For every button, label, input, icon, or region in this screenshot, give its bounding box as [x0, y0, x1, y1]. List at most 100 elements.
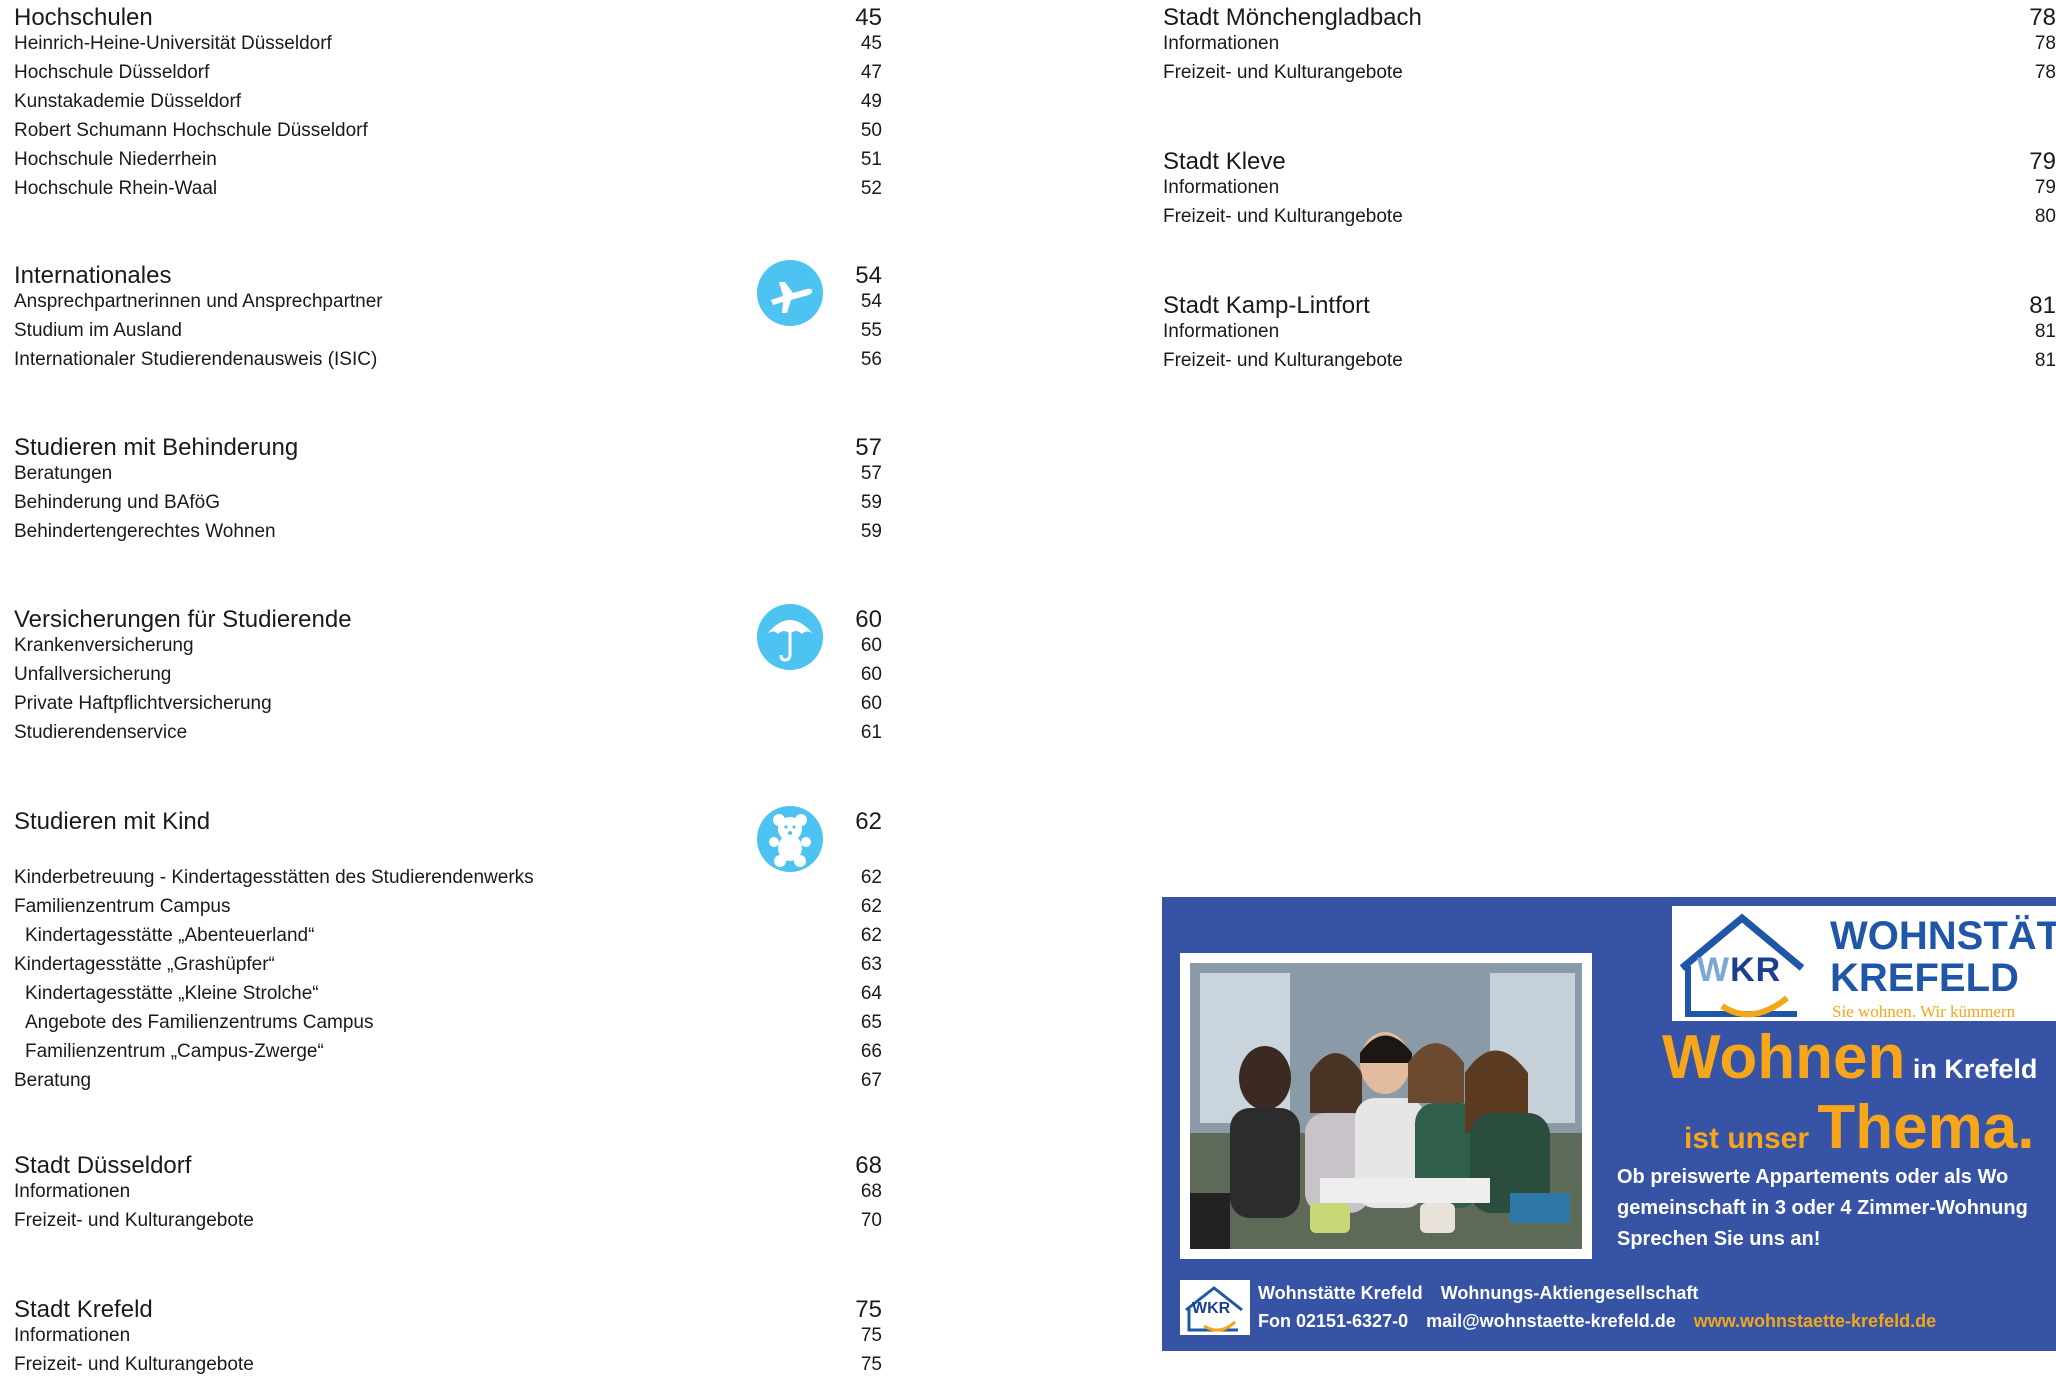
toc-entry[interactable]: Hochschule Düsseldorf 47 [14, 62, 882, 91]
toc-entry[interactable]: Freizeit- und Kulturangebote 78 [1163, 62, 2056, 91]
teddy-bear-icon [757, 806, 823, 872]
logo-slogan: Sie wohnen. Wir kümmern [1832, 1002, 2016, 1021]
toc-heading-page: 79 [2029, 148, 2056, 175]
headline-ist-unser: ist unser [1684, 1122, 1818, 1155]
toc-entry-label: Heinrich-Heine-Universität Düsseldorf [14, 33, 332, 54]
toc-heading-title: Studieren mit Behinderung [14, 434, 299, 461]
toc-entry-label: Behinderung und BAföG [14, 492, 220, 513]
ad-footer-line1: Wohnstätte Krefeld Wohnungs-Aktiengesells… [1258, 1283, 1698, 1304]
advertisement[interactable]: WKR WOHNSTÄT KREFELD Sie wohnen. Wir küm… [1162, 897, 2056, 1351]
toc-entry[interactable]: Informationen 75 [14, 1325, 882, 1354]
toc-heading[interactable]: Studieren mit Kind 62 [14, 808, 882, 837]
toc-heading-title: Hochschulen [14, 4, 153, 31]
toc-entry-page: 47 [860, 62, 882, 83]
toc-entry[interactable]: Informationen 81 [1163, 321, 2056, 350]
toc-entry[interactable]: Kunstakademie Düsseldorf 49 [14, 91, 882, 120]
toc-entry[interactable]: Hochschule Rhein-Waal 52 [14, 178, 882, 207]
toc-entry[interactable]: Kindertagesstätte „Grashüpfer“ 63 [14, 954, 882, 983]
toc-entry[interactable]: Studierendenservice 61 [14, 722, 882, 751]
toc-entry-label: Informationen [1163, 33, 1280, 54]
toc-entry-label: Freizeit- und Kulturangebote [1163, 62, 1403, 83]
toc-entry[interactable]: Freizeit- und Kulturangebote 70 [14, 1210, 882, 1239]
toc-heading[interactable]: Stadt Düsseldorf 68 [14, 1152, 882, 1181]
toc-entry-page: 59 [860, 492, 882, 513]
toc-heading-title: Stadt Düsseldorf [14, 1152, 192, 1179]
toc-entry[interactable]: Behinderung und BAföG 59 [14, 492, 882, 521]
toc-entry-page: 75 [860, 1354, 882, 1375]
toc-entry-page: 52 [860, 178, 882, 199]
toc-entry[interactable]: Studium im Ausland 55 [14, 320, 882, 349]
toc-entry[interactable]: Heinrich-Heine-Universität Düsseldorf 45 [14, 33, 882, 62]
toc-entry[interactable]: Informationen 78 [1163, 33, 2056, 62]
toc-entry-label: Freizeit- und Kulturangebote [1163, 350, 1403, 371]
logo-name-line2: KREFELD [1830, 956, 2019, 1000]
ad-headline-line1: Wohnen in Krefeld [1662, 1022, 2037, 1093]
toc-heading-title: Internationales [14, 262, 172, 289]
toc-entry[interactable]: Kinderbetreuung - Kindertagesstätten des… [14, 867, 882, 896]
students-photo [1190, 963, 1582, 1249]
toc-entry[interactable]: Informationen 68 [14, 1181, 882, 1210]
toc-entry[interactable]: Kindertagesstätte „Kleine Strolche“ 64 [14, 983, 882, 1012]
toc-heading[interactable]: Stadt Kamp-Lintfort 81 [1163, 292, 2056, 321]
toc-entry-label: Hochschule Düsseldorf [14, 62, 210, 83]
footer-company: Wohnstätte Krefeld [1258, 1283, 1423, 1303]
toc-entry[interactable]: Familienzentrum „Campus-Zwerge“ 66 [14, 1041, 882, 1070]
toc-heading[interactable]: Internationales 54 [14, 262, 882, 291]
toc-heading[interactable]: Versicherungen für Studierende 60 [14, 606, 882, 635]
toc-entry[interactable]: Ansprechpartnerinnen und Ansprechpartner… [14, 291, 882, 320]
toc-entry[interactable]: Informationen 79 [1163, 177, 2056, 206]
toc-entry-label: Informationen [1163, 177, 1280, 198]
toc-heading[interactable]: Stadt Krefeld 75 [14, 1296, 882, 1325]
toc-entry[interactable]: Hochschule Niederrhein 51 [14, 149, 882, 178]
ad-footer-line2: Fon 02151-6327-0 mail@wohnstaette-krefeld… [1258, 1311, 1936, 1332]
toc-entry-page: 70 [860, 1210, 882, 1231]
toc-entry-label: Behindertengerechtes Wohnen [14, 521, 276, 542]
toc-entry-page: 60 [860, 635, 882, 656]
headline-word-wohnen: Wohnen [1662, 1023, 1906, 1092]
toc-heading[interactable]: Studieren mit Behinderung 57 [14, 434, 882, 463]
toc-entry-page: 67 [860, 1070, 882, 1091]
toc-entry[interactable]: Beratungen 57 [14, 463, 882, 492]
toc-entry-page: 60 [860, 693, 882, 714]
toc-entry-page: 79 [2034, 177, 2056, 198]
footer-email-link[interactable]: mail@wohnstaette-krefeld.de [1426, 1311, 1676, 1331]
toc-entry-label: Private Haftpflichtversicherung [14, 693, 272, 714]
toc-heading-page: 75 [855, 1296, 882, 1323]
toc-entry-page: 63 [860, 954, 882, 975]
toc-entry-label: Angebote des Familienzentrums Campus [25, 1012, 374, 1033]
toc-entry[interactable]: Freizeit- und Kulturangebote 80 [1163, 206, 2056, 235]
toc-entry[interactable]: Private Haftpflichtversicherung 60 [14, 693, 882, 722]
toc-heading[interactable]: Hochschulen 45 [14, 4, 882, 33]
toc-entry[interactable]: Angebote des Familienzentrums Campus 65 [14, 1012, 882, 1041]
toc-entry-label: Freizeit- und Kulturangebote [1163, 206, 1403, 227]
toc-entry-page: 55 [860, 320, 882, 341]
toc-entry-page: 62 [860, 896, 882, 917]
toc-entry-label: Familienzentrum „Campus-Zwerge“ [25, 1041, 324, 1062]
toc-entry[interactable]: Familienzentrum Campus 62 [14, 896, 882, 925]
footer-website-link[interactable]: www.wohnstaette-krefeld.de [1694, 1311, 1936, 1331]
toc-entry-label: Studierendenservice [14, 722, 188, 743]
toc-entry[interactable]: Behindertengerechtes Wohnen 59 [14, 521, 882, 550]
toc-entry[interactable]: Robert Schumann Hochschule Düsseldorf 50 [14, 120, 882, 149]
toc-entry[interactable]: Freizeit- und Kulturangebote 81 [1163, 350, 2056, 379]
toc-entry-label: Hochschule Rhein-Waal [14, 178, 218, 199]
toc-entry-label: Kunstakademie Düsseldorf [14, 91, 242, 112]
toc-entry[interactable]: Beratung 67 [14, 1070, 882, 1099]
toc-heading-page: 60 [855, 606, 882, 633]
toc-entry[interactable]: Freizeit- und Kulturangebote 75 [14, 1354, 882, 1383]
toc-heading-page: 54 [855, 262, 882, 289]
toc-entry-page: 68 [860, 1181, 882, 1202]
toc-heading-page: 81 [2029, 292, 2056, 319]
toc-entry-page: 62 [860, 925, 882, 946]
toc-entry-label: Krankenversicherung [14, 635, 194, 656]
toc-heading[interactable]: Stadt Kleve 79 [1163, 148, 2056, 177]
toc-entry[interactable]: Krankenversicherung 60 [14, 635, 882, 664]
toc-entry[interactable]: Internationaler Studierendenausweis (ISI… [14, 349, 882, 378]
toc-heading-page: 68 [855, 1152, 882, 1179]
toc-entry-page: 56 [860, 349, 882, 370]
toc-heading[interactable]: Stadt Mönchengladbach 78 [1163, 4, 2056, 33]
toc-entry-label: Freizeit- und Kulturangebote [14, 1354, 254, 1375]
toc-entry[interactable]: Unfallversicherung 60 [14, 664, 882, 693]
logo-abbr: WKR [1697, 951, 1782, 989]
toc-entry[interactable]: Kindertagesstätte „Abenteuerland“ 62 [14, 925, 882, 954]
